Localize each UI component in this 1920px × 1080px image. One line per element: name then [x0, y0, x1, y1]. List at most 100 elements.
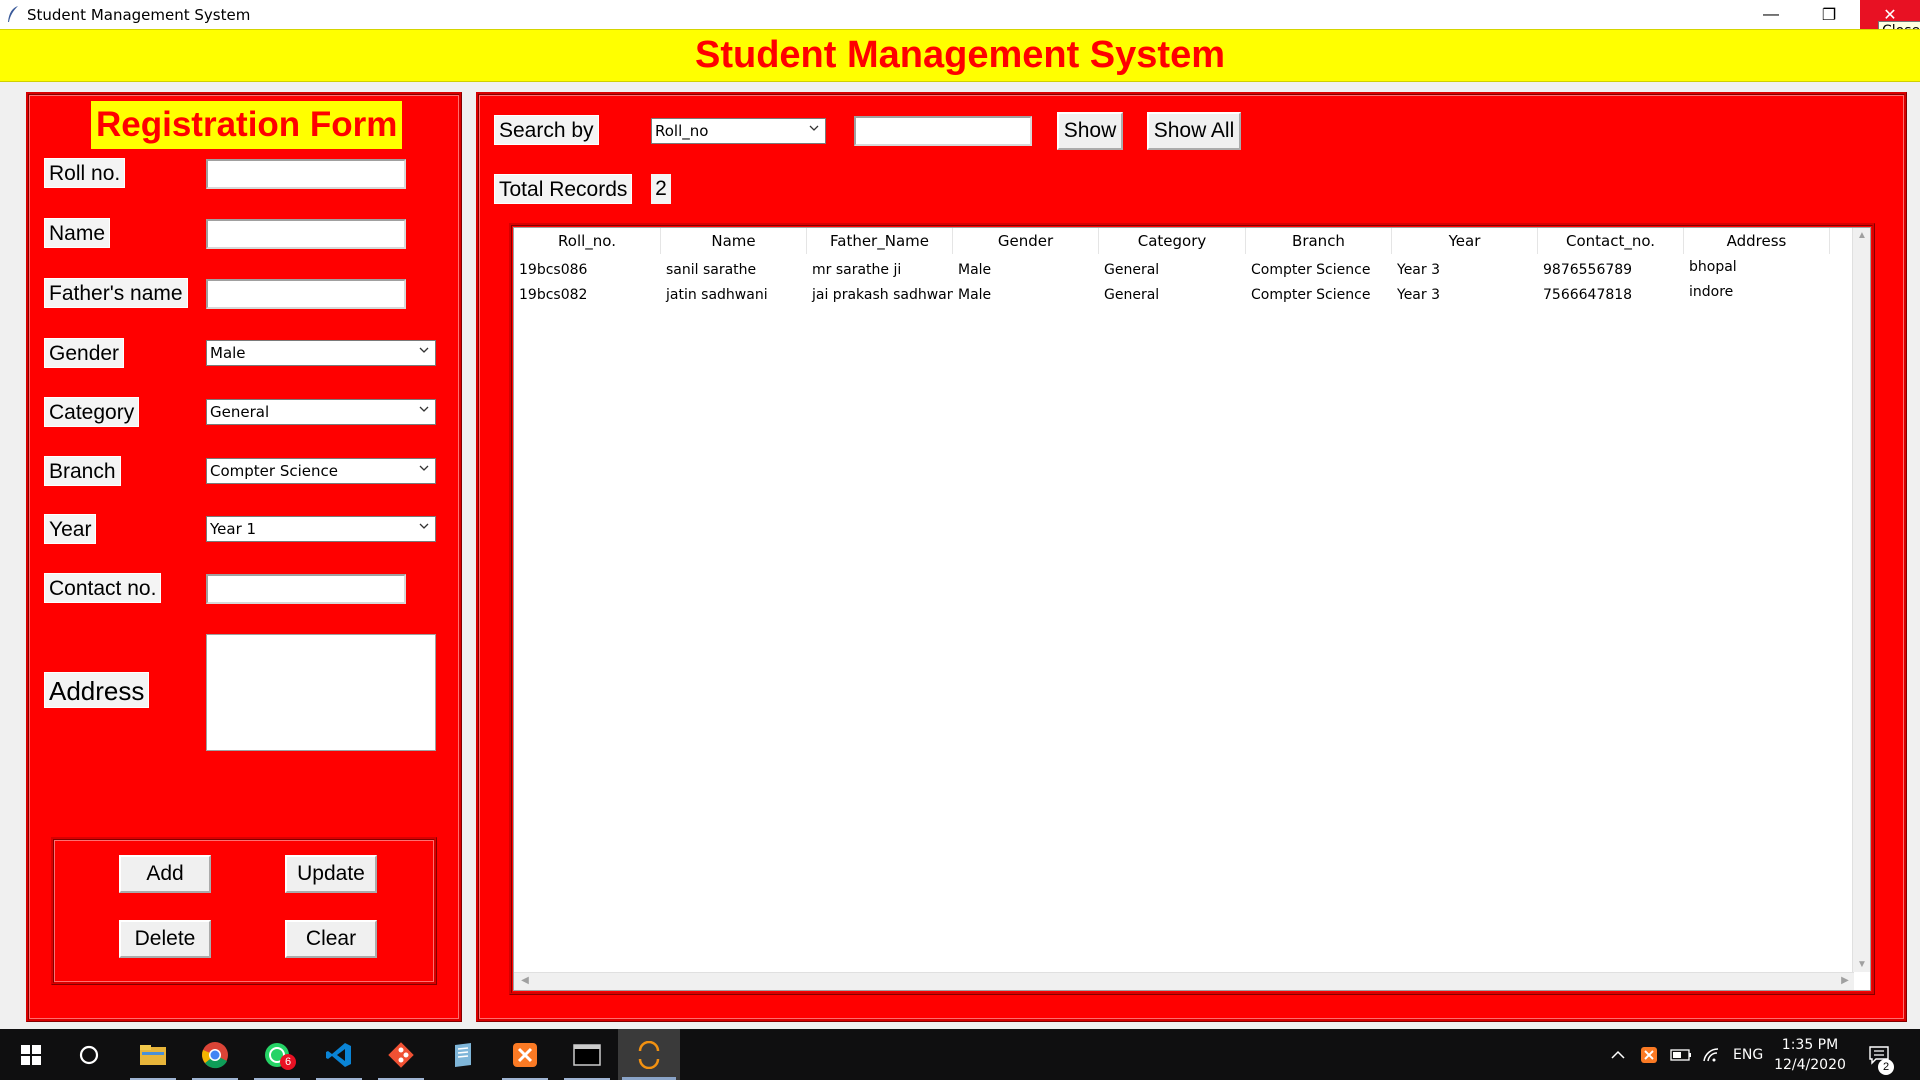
show-button[interactable]: Show [1057, 112, 1123, 150]
roll-no-input[interactable] [206, 159, 406, 189]
whatsapp-icon[interactable]: 6 [246, 1029, 308, 1080]
notification-count-badge: 2 [1878, 1059, 1894, 1075]
delete-button[interactable]: Delete [119, 920, 211, 958]
father-name-label: Father's name [44, 278, 188, 308]
column-header-address[interactable]: Address [1684, 228, 1830, 254]
scroll-right-icon[interactable]: ▶ [1836, 975, 1854, 986]
category-select[interactable]: General [206, 399, 436, 425]
add-button[interactable]: Add [119, 855, 211, 893]
chevron-down-icon [809, 125, 819, 131]
feather-icon [8, 6, 18, 22]
cell-contact-no: 7566647818 [1543, 287, 1633, 303]
scroll-up-icon[interactable]: ▲ [1853, 230, 1871, 241]
windows-start-icon[interactable] [0, 1029, 62, 1080]
python-idle-icon[interactable] [618, 1029, 680, 1080]
records-panel: Search by Roll_no Show Show All Total Re… [476, 92, 1907, 1022]
search-circle-icon[interactable] [58, 1029, 120, 1080]
restore-button[interactable]: ❐ [1800, 0, 1858, 29]
cell-category: General [1104, 287, 1160, 303]
clock-time: 1:35 PM [1781, 1037, 1839, 1053]
total-records-count: 2 [651, 174, 671, 204]
column-header-contact-no[interactable]: Contact_no. [1538, 228, 1684, 254]
terminal-icon[interactable] [556, 1029, 618, 1080]
registration-panel: Registration Form Roll no. Name Father's… [26, 92, 462, 1022]
column-header-gender[interactable]: Gender [953, 228, 1099, 254]
registration-form-title: Registration Form [91, 101, 403, 149]
cell-gender: Male [958, 262, 992, 278]
cell-branch: Compter Science [1251, 287, 1371, 303]
column-header-roll-no[interactable]: Roll_no. [514, 228, 661, 254]
address-textarea[interactable] [206, 634, 436, 751]
vscode-icon[interactable] [308, 1029, 370, 1080]
clock-date: 12/4/2020 [1774, 1057, 1846, 1073]
chevron-down-icon [419, 523, 429, 529]
cell-year: Year 3 [1397, 287, 1440, 303]
search-text-input[interactable] [854, 116, 1032, 146]
git-icon[interactable] [370, 1029, 432, 1080]
whatsapp-notification-badge: 6 [280, 1054, 296, 1070]
branch-select[interactable]: Compter Science [206, 458, 436, 484]
file-explorer-icon[interactable] [122, 1029, 184, 1080]
search-by-label: Search by [494, 115, 599, 145]
contact-no-label: Contact no. [44, 573, 162, 603]
cell-branch: Compter Science [1251, 262, 1371, 278]
search-field-select[interactable]: Roll_no [651, 118, 826, 144]
column-header-father-name[interactable]: Father_Name [807, 228, 953, 254]
cell-roll-no: 19bcs082 [519, 287, 588, 303]
notepad-icon[interactable] [432, 1029, 494, 1080]
clear-button[interactable]: Clear [285, 920, 377, 958]
category-select-value: General [210, 403, 270, 421]
chrome-icon[interactable] [184, 1029, 246, 1080]
address-label: Address [44, 672, 150, 708]
cell-contact-no: 9876556789 [1543, 262, 1633, 278]
roll-no-label: Roll no. [44, 158, 126, 188]
father-name-input[interactable] [206, 279, 406, 309]
cell-address: indore [1689, 284, 1734, 300]
table-row[interactable]: 19bcs086 sanil sarathe mr sarathe ji Mal… [514, 258, 1834, 283]
column-header-name[interactable]: Name [661, 228, 807, 254]
cell-address: bhopal [1689, 259, 1737, 275]
language-indicator[interactable]: ENG [1733, 1029, 1763, 1080]
cell-name: sanil sarathe [666, 262, 757, 278]
wifi-icon[interactable] [1702, 1029, 1720, 1080]
column-header-year[interactable]: Year [1392, 228, 1538, 254]
gender-label: Gender [44, 338, 125, 368]
contact-no-input[interactable] [206, 574, 406, 604]
cell-roll-no: 19bcs086 [519, 262, 588, 278]
app-header: Student Management System [0, 29, 1920, 82]
xampp-icon[interactable] [494, 1029, 556, 1080]
student-table: Roll_no. Name Father_Name Gender Categor… [513, 227, 1871, 991]
window-titlebar: Student Management System — ❐ ✕ [0, 0, 1920, 29]
taskbar-clock[interactable]: 1:35 PM 12/4/2020 [1770, 1035, 1850, 1075]
battery-icon[interactable] [1670, 1029, 1692, 1080]
minimize-button[interactable]: — [1742, 0, 1800, 29]
cell-father-name: jai prakash sadhwani [812, 287, 953, 303]
name-input[interactable] [206, 219, 406, 249]
chevron-down-icon [419, 465, 429, 471]
update-button[interactable]: Update [285, 855, 377, 893]
table-header-row: Roll_no. Name Father_Name Gender Categor… [514, 228, 1834, 254]
cell-gender: Male [958, 287, 992, 303]
branch-label: Branch [44, 456, 121, 486]
window-title: Student Management System [27, 6, 251, 24]
xampp-tray-icon[interactable] [1640, 1029, 1658, 1080]
column-header-branch[interactable]: Branch [1246, 228, 1392, 254]
scroll-left-icon[interactable]: ◀ [516, 975, 534, 986]
gender-select-value: Male [210, 344, 246, 362]
cell-year: Year 3 [1397, 262, 1440, 278]
show-hidden-icons-chevron-icon[interactable] [1610, 1029, 1626, 1080]
chevron-down-icon [419, 406, 429, 412]
column-header-category[interactable]: Category [1099, 228, 1246, 254]
name-label: Name [44, 218, 111, 248]
branch-select-value: Compter Science [210, 462, 338, 480]
vertical-scrollbar[interactable]: ▲ ▼ [1852, 228, 1870, 972]
table-row[interactable]: 19bcs082 jatin sadhwani jai prakash sadh… [514, 283, 1834, 308]
horizontal-scrollbar[interactable]: ◀ ▶ [514, 972, 1854, 990]
windows-taskbar: 6 ENG 1:35 PM 12/4/2020 2 [0, 1029, 1920, 1080]
scroll-down-icon[interactable]: ▼ [1853, 959, 1871, 970]
show-all-button[interactable]: Show All [1147, 112, 1241, 150]
page-title: Student Management System [695, 34, 1225, 76]
year-select[interactable]: Year 1 [206, 516, 436, 542]
gender-select[interactable]: Male [206, 340, 436, 366]
total-records-label: Total Records [494, 174, 633, 204]
